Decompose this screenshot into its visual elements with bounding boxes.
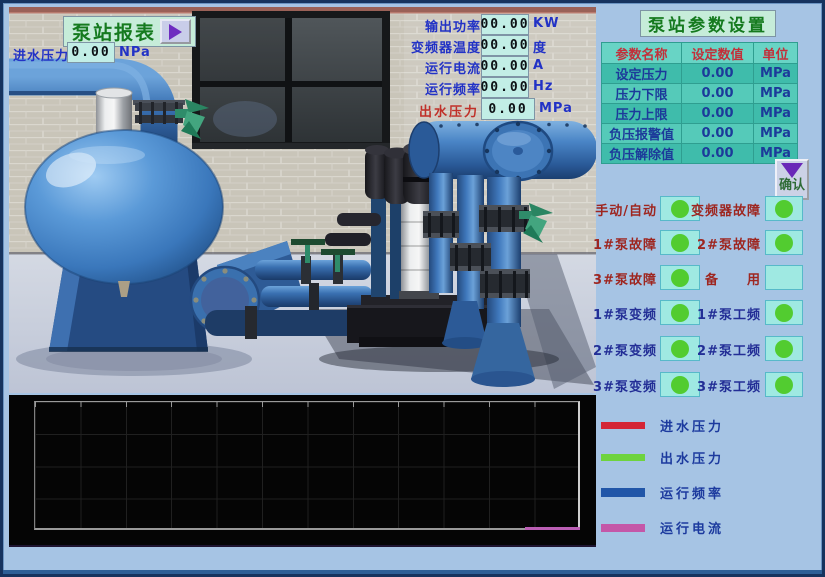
indicator-pump1-mains: 1#泵工频 [3, 300, 825, 325]
indicator-pump3-mains: 3#泵工频 [3, 372, 825, 397]
indicator-lamp-box [765, 265, 803, 290]
indicator-lamp-box [765, 372, 803, 397]
status-lamp [775, 304, 793, 322]
running-frequency-unit: Hz [533, 79, 553, 94]
running-current-value: 00.00 [481, 56, 529, 77]
confirm-button-label: 确认 [779, 174, 805, 193]
status-lamp [775, 340, 793, 358]
indicator-lamp-box [765, 336, 803, 361]
pump-station-hmi-window: 泵站报表 进水压力 0.00 NPa 输出功率 00.00 KW 变频器温度 0… [0, 0, 825, 577]
param-setpoint[interactable]: 0.00 [682, 124, 754, 144]
param-name: 负压报警值 [602, 124, 682, 144]
outlet-pressure-value: 0.00 [481, 98, 535, 120]
report-play-button[interactable] [160, 19, 191, 44]
indicator-pump2-mains: 2#泵工频 [3, 336, 825, 361]
param-unit: MPa [754, 64, 798, 84]
running-frequency-label: 运行频率 [425, 79, 481, 98]
status-lamp [775, 376, 793, 394]
table-row: 设定压力 0.00 MPa [602, 64, 798, 84]
inlet-pressure-value: 0.00 [67, 42, 115, 63]
settings-col-header: 单位 [754, 43, 798, 64]
indicator-lamp-box [765, 230, 803, 255]
legend-swatch [601, 454, 645, 461]
trend-plot-area [34, 401, 580, 530]
table-row: 压力下限 0.00 MPa [602, 84, 798, 104]
param-unit: MPa [754, 104, 798, 124]
running-current-label: 运行电流 [425, 58, 481, 77]
vfd-temperature-unit: 度 [533, 37, 547, 56]
legend-swatch [601, 488, 645, 497]
indicator-pump2-fault: 2#泵故障 [3, 230, 825, 255]
legend-item-outlet-pressure: 出水压力 [601, 448, 724, 467]
vfd-temperature-label: 变频器温度 [411, 37, 481, 56]
report-button-label: 泵站报表 [64, 18, 156, 45]
discharge-header [409, 121, 596, 180]
legend-swatch [601, 422, 645, 429]
wall-window [192, 11, 390, 149]
settings-col-header: 设定数值 [682, 43, 754, 64]
table-row: 负压报警值 0.00 MPa [602, 124, 798, 144]
running-current-unit: A [533, 58, 544, 73]
inlet-pressure-unit: NPa [119, 45, 151, 60]
param-setpoint[interactable]: 0.00 [682, 144, 754, 164]
param-name: 压力下限 [602, 84, 682, 104]
vfd-temperature-value: 00.00 [481, 35, 529, 56]
param-unit: MPa [754, 84, 798, 104]
status-lamp [775, 234, 793, 252]
trend-chart [9, 395, 596, 547]
param-name: 设定压力 [602, 64, 682, 84]
output-power-value: 00.00 [481, 14, 529, 35]
settings-table: 参数名称 设定数值 单位 设定压力 0.00 MPa 压力下限 0.00 MPa… [601, 42, 798, 164]
legend-swatch [601, 524, 645, 532]
param-unit: MPa [754, 124, 798, 144]
outlet-pressure-label: 出水压力 [419, 101, 479, 120]
output-power-unit: KW [533, 16, 559, 31]
running-current-trace [525, 527, 580, 530]
table-row: 压力上限 0.00 MPa [602, 104, 798, 124]
play-icon [169, 24, 182, 40]
param-setpoint[interactable]: 0.00 [682, 64, 754, 84]
param-name: 负压解除值 [602, 144, 682, 164]
running-frequency-value: 00.00 [481, 77, 529, 98]
param-name: 压力上限 [602, 104, 682, 124]
table-row: 负压解除值 0.00 MPa [602, 144, 798, 164]
inlet-pressure-label: 进水压力 [13, 45, 69, 64]
legend-item-running-frequency: 运行频率 [601, 483, 724, 502]
indicator-lamp-box [765, 300, 803, 325]
param-setpoint[interactable]: 0.00 [682, 84, 754, 104]
legend-item-running-current: 运行电流 [601, 518, 724, 537]
confirm-button[interactable]: 确认 [775, 159, 809, 200]
indicator-lamp-box [765, 196, 803, 221]
param-setpoint[interactable]: 0.00 [682, 104, 754, 124]
outlet-pressure-unit: MPa [539, 101, 573, 116]
legend-item-inlet-pressure: 进水压力 [601, 416, 724, 435]
indicator-vfd-fault: 变频器故障 [3, 196, 825, 221]
status-lamp [775, 200, 793, 218]
settings-panel-title: 泵站参数设置 [640, 10, 776, 37]
indicator-spare: 备 用 [3, 265, 825, 290]
window-bottom-border [3, 570, 822, 574]
settings-col-header: 参数名称 [602, 43, 682, 64]
output-power-label: 输出功率 [425, 16, 481, 35]
